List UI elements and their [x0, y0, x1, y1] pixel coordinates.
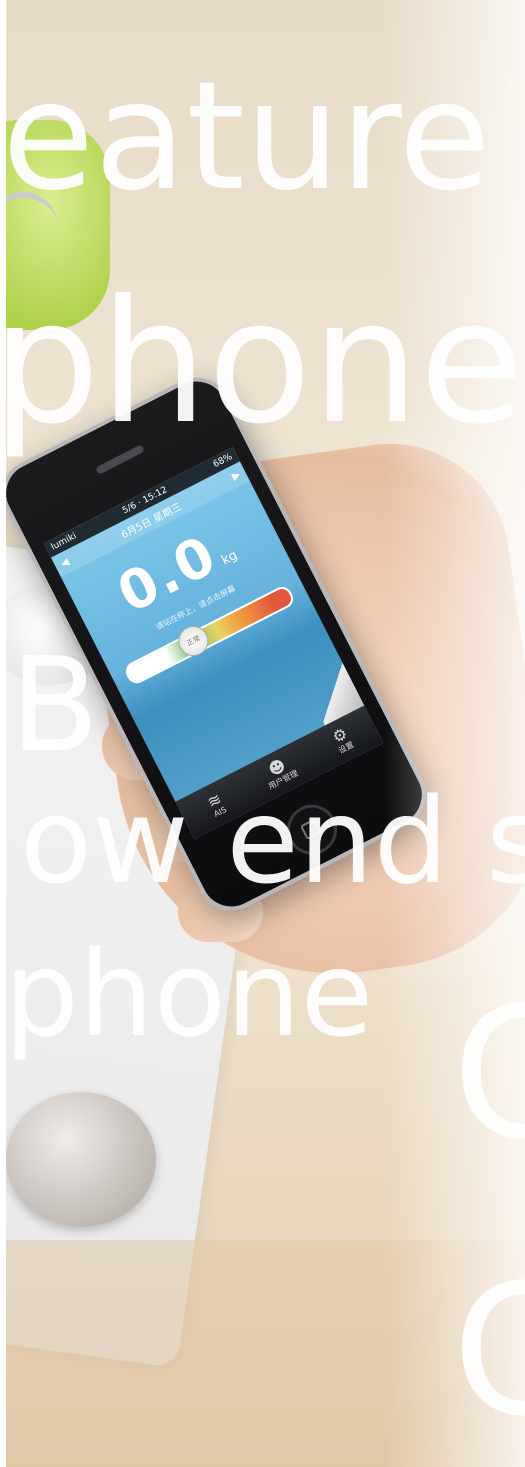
left-border	[0, 0, 6, 1467]
overlay-text-line: phone	[4, 925, 374, 1063]
overlay-text-line: C	[452, 970, 525, 1179]
weight-unit: kg	[219, 547, 240, 569]
overlay-text-line: phone	[0, 264, 524, 462]
overlay-text-line: eature	[2, 50, 491, 224]
photo-scene: lumiki 5/6 · 15:12 68% ◀ 6月5日 星期三 ▶ 0.0 …	[0, 0, 525, 1467]
next-day-icon[interactable]: ▶	[230, 469, 242, 482]
overlay-text-line: B	[10, 629, 100, 781]
overlay-text-line: C	[452, 1247, 525, 1456]
scale-sensor-bottom	[6, 1092, 156, 1227]
overlay-text-line: ow end s	[20, 772, 525, 910]
prev-day-icon[interactable]: ◀	[59, 556, 71, 569]
gauge-knob: 正常	[173, 620, 214, 662]
